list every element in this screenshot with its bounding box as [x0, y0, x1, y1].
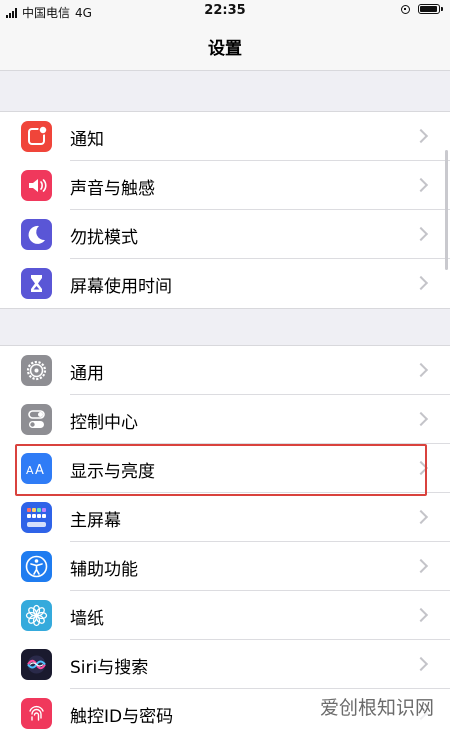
battery-icon [418, 4, 443, 14]
moon-icon [21, 219, 52, 250]
gear-icon [21, 355, 52, 386]
settings-row-home-screen[interactable]: 主屏幕 [0, 493, 450, 542]
settings-row-screen-time[interactable]: 屏幕使用时间 [0, 259, 450, 308]
settings-row-sounds[interactable]: 声音与触感 [0, 161, 450, 210]
notifications-icon [21, 121, 52, 152]
row-label: 勿扰模式 [70, 228, 138, 248]
chevron-right-icon [413, 656, 429, 672]
sounds-icon [21, 170, 52, 201]
row-label: 主屏幕 [70, 511, 121, 531]
chevron-right-icon [413, 226, 429, 242]
chevron-right-icon [413, 362, 429, 378]
fingerprint-icon [21, 698, 52, 729]
chevron-right-icon [413, 128, 429, 144]
row-label: 通知 [70, 130, 104, 150]
chevron-right-icon [413, 411, 429, 427]
settings-group-2: 通用 控制中心 AA 显示与亮度 主屏幕 辅助功能 墙纸 Siri与搜索 触控I… [0, 345, 450, 738]
page-title: 设置 [208, 39, 242, 59]
siri-icon [21, 649, 52, 680]
settings-row-general[interactable]: 通用 [0, 346, 450, 395]
chevron-right-icon [413, 509, 429, 525]
accessibility-icon [21, 551, 52, 582]
toggles-icon [21, 404, 52, 435]
chevron-right-icon [413, 460, 429, 476]
hourglass-icon [21, 268, 52, 299]
row-label: Siri与搜索 [70, 658, 149, 678]
row-label: 声音与触感 [70, 179, 155, 199]
nav-bar: 设置 [0, 24, 450, 71]
settings-row-notifications[interactable]: 通知 [0, 112, 450, 161]
row-label: 屏幕使用时间 [70, 277, 172, 297]
orientation-lock-icon [401, 4, 410, 14]
settings-row-siri-search[interactable]: Siri与搜索 [0, 640, 450, 689]
status-time: 22:35 [204, 3, 246, 18]
row-label: 控制中心 [70, 413, 138, 433]
flower-icon [21, 600, 52, 631]
row-label: 显示与亮度 [70, 462, 155, 482]
chevron-right-icon [413, 177, 429, 193]
chevron-right-icon [413, 275, 429, 291]
chevron-right-icon [413, 558, 429, 574]
svg-text:A: A [26, 464, 34, 477]
status-bar: 中国电信 4G 22:35 [0, 0, 450, 24]
settings-row-display-brightness[interactable]: AA 显示与亮度 [0, 444, 450, 493]
settings-group-1: 通知 声音与触感 勿扰模式 屏幕使用时间 [0, 111, 450, 309]
settings-row-wallpaper[interactable]: 墙纸 [0, 591, 450, 640]
settings-row-accessibility[interactable]: 辅助功能 [0, 542, 450, 591]
row-label: 墙纸 [70, 609, 104, 629]
svg-text:A: A [35, 463, 44, 478]
row-label: 通用 [70, 364, 104, 384]
row-label: 辅助功能 [70, 560, 138, 580]
home-screen-icon [21, 502, 52, 533]
watermark: 爱创根知识网 [317, 696, 436, 720]
settings-row-control-center[interactable]: 控制中心 [0, 395, 450, 444]
status-right [401, 4, 443, 14]
text-size-icon: AA [21, 453, 52, 484]
row-label: 触控ID与密码 [70, 707, 174, 727]
settings-row-do-not-disturb[interactable]: 勿扰模式 [0, 210, 450, 259]
scroll-indicator[interactable] [445, 150, 448, 270]
chevron-right-icon [413, 607, 429, 623]
